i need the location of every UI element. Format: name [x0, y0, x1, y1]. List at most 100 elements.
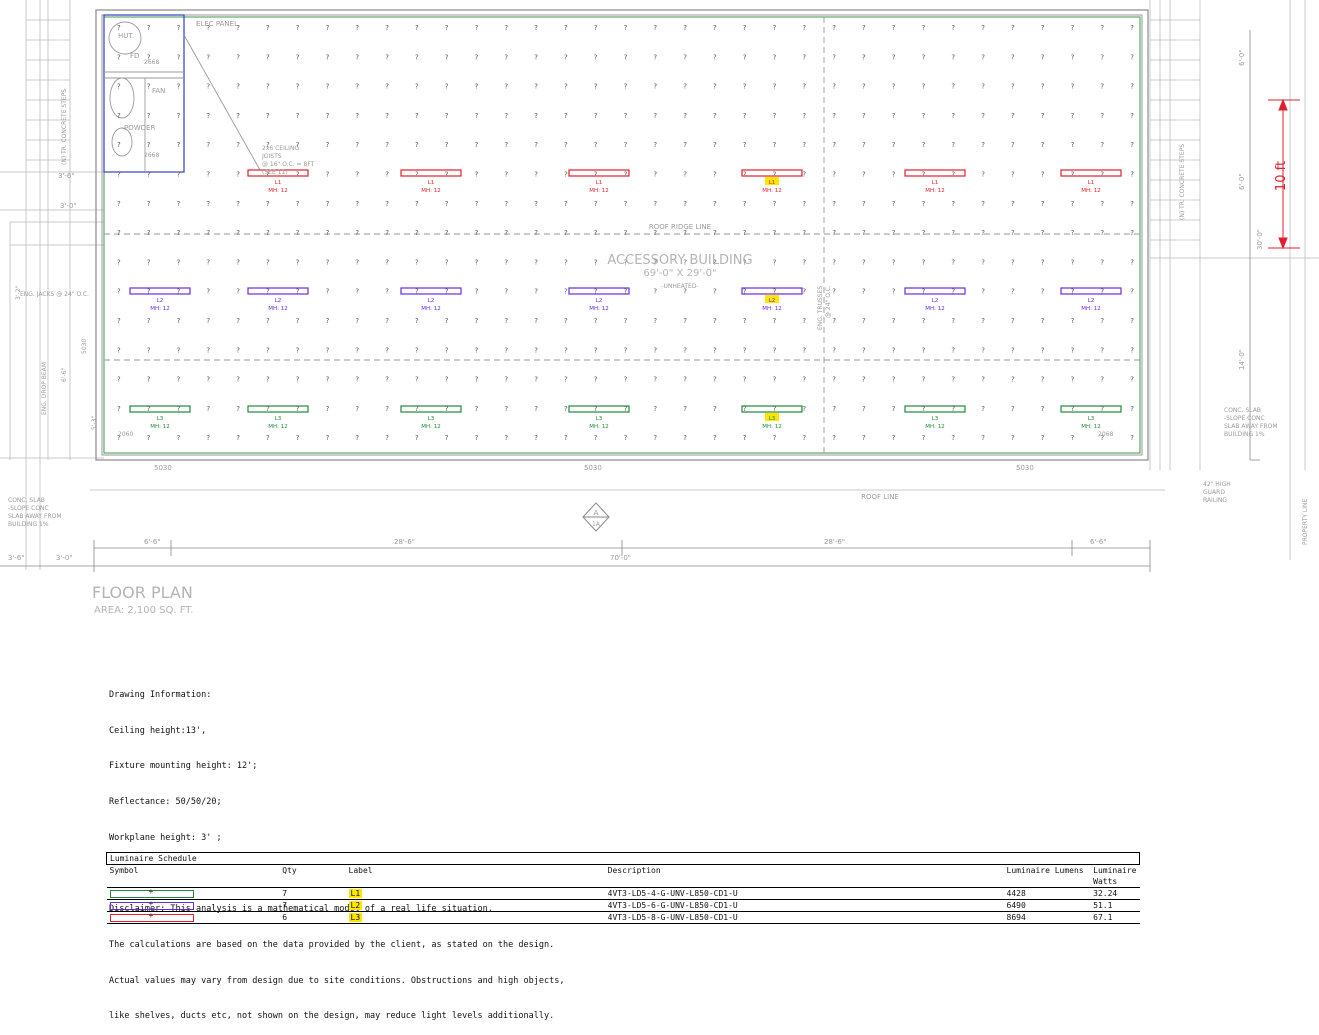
grid-point-marker: ?	[981, 258, 985, 266]
grid-point-marker: ?	[415, 53, 419, 61]
grid-point-marker: ?	[385, 376, 389, 384]
grid-point-marker: ?	[206, 376, 210, 384]
grid-point-marker: ?	[117, 141, 121, 149]
grid-point-marker: ?	[802, 229, 806, 237]
grid-point-marker: ?	[177, 346, 181, 354]
lumens-cell: 8694	[1003, 911, 1091, 924]
grid-point-marker: ?	[713, 53, 717, 61]
door-tag: 2668	[144, 59, 159, 66]
grid-point-marker: ?	[206, 434, 210, 442]
left-dim: 3'-0"	[56, 554, 73, 562]
grid-point-marker: ?	[892, 229, 896, 237]
header-description: Description	[604, 864, 1004, 888]
grid-point-marker: ?	[802, 141, 806, 149]
grid-point-marker: ?	[475, 317, 479, 325]
grid-point-marker: ?	[296, 24, 300, 32]
grid-point-marker: ?	[385, 200, 389, 208]
grid-point-marker: ?	[445, 376, 449, 384]
grid-point-marker: ?	[534, 141, 538, 149]
grid-point-marker: ?	[832, 405, 836, 413]
grid-point-marker: ?	[147, 317, 151, 325]
fixture-mounting-height: MH: 12	[762, 306, 781, 312]
grid-point-marker: ?	[1100, 53, 1104, 61]
grid-point-marker: ?	[951, 200, 955, 208]
grid-point-marker: ?	[1011, 171, 1015, 179]
grid-point-marker: ?	[296, 376, 300, 384]
grid-point-marker: ?	[713, 434, 717, 442]
grid-point-marker: ?	[594, 53, 598, 61]
grid-point-marker: ?	[147, 346, 151, 354]
grid-point-marker: ?	[385, 24, 389, 32]
grid-point-marker: ?	[385, 53, 389, 61]
grid-point-marker: ?	[504, 258, 508, 266]
grid-point-marker: ?	[1130, 83, 1134, 91]
fixture-label: L2	[275, 298, 282, 304]
grid-point-marker: ?	[296, 53, 300, 61]
grid-point-marker: ?	[534, 24, 538, 32]
grid-point-marker: ?	[1130, 288, 1134, 296]
grid-point-marker: ?	[653, 405, 657, 413]
door-tag: 2060	[118, 431, 133, 438]
grid-point-marker: ?	[236, 258, 240, 266]
grid-point-marker: ?	[326, 112, 330, 120]
grid-point-marker: ?	[892, 24, 896, 32]
left-vertical-dim: 5'-3"	[91, 416, 98, 430]
grid-point-marker: ?	[981, 346, 985, 354]
grid-point-marker: ?	[445, 112, 449, 120]
grid-point-marker: ?	[892, 434, 896, 442]
room-label-fan: FAN	[152, 87, 165, 95]
grid-point-marker: ?	[743, 53, 747, 61]
grid-point-marker: ?	[892, 376, 896, 384]
grid-point-marker: ?	[117, 83, 121, 91]
room-label-fd: FD	[130, 52, 139, 60]
grid-point-marker: ?	[981, 53, 985, 61]
lumens-cell: 4428	[1003, 887, 1091, 900]
grid-point-marker: ?	[326, 24, 330, 32]
grid-point-marker: ?	[773, 200, 777, 208]
grid-point-marker: ?	[594, 24, 598, 32]
grid-point-marker: ?	[475, 258, 479, 266]
grid-point-marker: ?	[683, 171, 687, 179]
grid-point-marker: ?	[564, 112, 568, 120]
grid-point-marker: ?	[326, 171, 330, 179]
fixture-label: L1	[769, 180, 776, 186]
plan-title: FLOOR PLAN	[92, 583, 193, 602]
symbol-cell	[106, 910, 280, 924]
drawing-info-line: Workplane height: 3' ;	[109, 832, 222, 843]
grid-point-marker: ?	[1100, 141, 1104, 149]
drawing-info-line: Ceiling height:13',	[109, 725, 207, 736]
grid-point-marker: ?	[1041, 83, 1045, 91]
grid-point-marker: ?	[981, 24, 985, 32]
grid-point-marker: ?	[296, 112, 300, 120]
grid-point-marker: ?	[534, 346, 538, 354]
grid-point-marker: ?	[624, 171, 628, 179]
grid-point-marker: ?	[147, 83, 151, 91]
grid-point-marker: ?	[177, 376, 181, 384]
grid-point-marker: ?	[743, 434, 747, 442]
grid-point-marker: ?	[564, 376, 568, 384]
grid-point-marker: ?	[415, 171, 419, 179]
grid-point-marker: ?	[1100, 376, 1104, 384]
description-cell: 4VT3-LD5-8-G-UNV-L850-CD1-U	[604, 911, 1004, 924]
grid-point-marker: ?	[951, 141, 955, 149]
grid-point-marker: ?	[981, 171, 985, 179]
grid-point-marker: ?	[355, 53, 359, 61]
grid-point-marker: ?	[1100, 24, 1104, 32]
grid-point-marker: ?	[1041, 112, 1045, 120]
schedule-row: 7 L2 4VT3-LD5-6-G-UNV-L850-CD1-U 6490 51…	[106, 898, 1140, 912]
grid-point-marker: ?	[594, 229, 598, 237]
grid-point-marker: ?	[981, 200, 985, 208]
grid-point-marker: ?	[653, 346, 657, 354]
grid-point-marker: ?	[1041, 229, 1045, 237]
grid-point-marker: ?	[355, 141, 359, 149]
grid-point-marker: ?	[594, 434, 598, 442]
fixture-mounting-height: MH: 12	[421, 188, 440, 194]
left-slab-note-2: -SLOPE CONC	[8, 505, 49, 512]
grid-point-marker: ?	[415, 112, 419, 120]
fixture-mounting-height: MH: 12	[925, 188, 944, 194]
grid-point-marker: ?	[355, 171, 359, 179]
drawing-info-line: Fixture mounting height: 12';	[109, 761, 258, 772]
grid-point-marker: ?	[743, 171, 747, 179]
grid-point-marker: ?	[475, 346, 479, 354]
grid-point-marker: ?	[862, 346, 866, 354]
